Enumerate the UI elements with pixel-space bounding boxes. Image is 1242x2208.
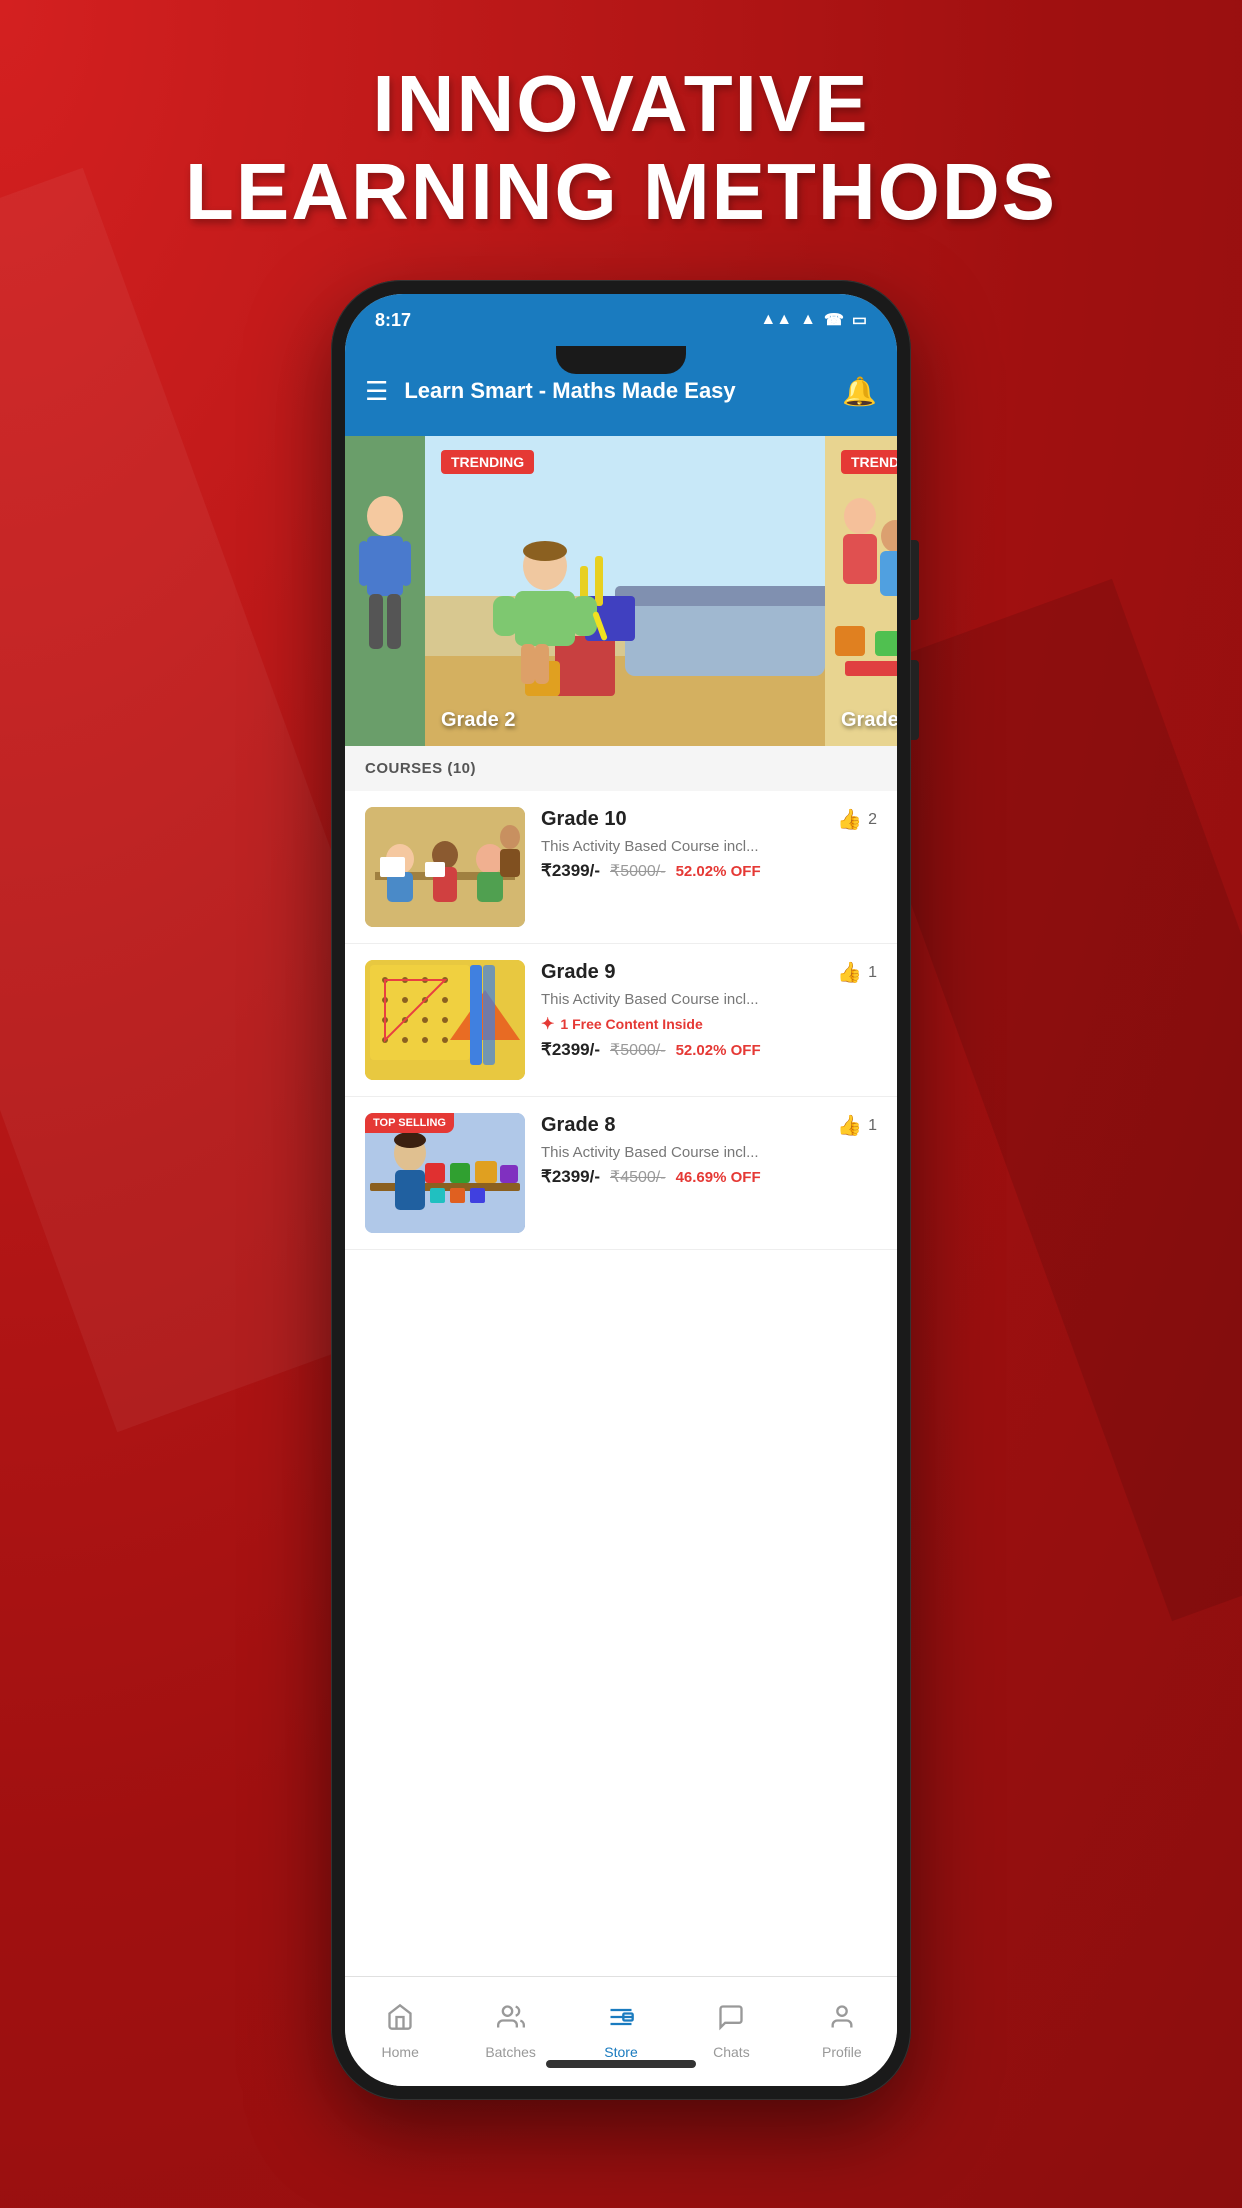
- course-pricing-grade8: ₹2399/- ₹4500/- 46.69% OFF: [541, 1167, 877, 1187]
- free-content-icon: ✦: [541, 1014, 554, 1034]
- banner-section: TRENDING Grade 2: [345, 436, 897, 746]
- price-current-grade8: ₹2399/-: [541, 1167, 600, 1187]
- trending-badge-main: TRENDING: [441, 450, 534, 474]
- hero-line1: INNOVATIVE: [60, 60, 1182, 148]
- course-thumb-bg-1: [365, 807, 525, 927]
- menu-icon[interactable]: ☰: [365, 378, 388, 404]
- likes-icon-grade9: 👍: [837, 960, 862, 985]
- hero-text: INNOVATIVE LEARNING METHODS: [0, 60, 1242, 236]
- course-list: Grade 10 👍 2 This Activity Based Course …: [345, 791, 897, 1976]
- profile-icon: [828, 2003, 856, 2038]
- notification-bell-icon[interactable]: 🔔: [842, 375, 877, 408]
- price-original-grade10: ₹5000/-: [610, 861, 666, 881]
- nav-label-batches: Batches: [485, 2044, 536, 2060]
- course-likes-grade8: 👍 1: [837, 1113, 877, 1138]
- notch: [556, 346, 686, 374]
- course-title-row-grade10: Grade 10 👍 2: [541, 807, 877, 832]
- nav-label-profile: Profile: [822, 2044, 862, 2060]
- phone-outer: 8:17 ▲▲ ▲ ☎ ▭ ☰ Learn Smart - Maths Made…: [331, 280, 911, 2100]
- nav-label-home: Home: [382, 2044, 419, 2060]
- phone-inner: 8:17 ▲▲ ▲ ☎ ▭ ☰ Learn Smart - Maths Made…: [345, 294, 897, 2086]
- banner-item-main[interactable]: TRENDING Grade 2: [425, 436, 825, 746]
- course-likes-grade9: 👍 1: [837, 960, 877, 985]
- nav-label-store: Store: [604, 2044, 637, 2060]
- free-content-text: 1 Free Content Inside: [560, 1016, 702, 1032]
- status-icons: ▲▲ ▲ ☎ ▭: [760, 310, 867, 330]
- course-title-row-grade9: Grade 9 👍 1: [541, 960, 877, 985]
- nav-item-batches[interactable]: Batches: [455, 1977, 565, 2086]
- likes-count-grade8: 1: [868, 1117, 877, 1135]
- course-item-grade9[interactable]: Grade 9 👍 1 This Activity Based Course i…: [345, 944, 897, 1097]
- phone-wrapper: 8:17 ▲▲ ▲ ☎ ▭ ☰ Learn Smart - Maths Made…: [331, 280, 911, 2100]
- course-likes-grade10: 👍 2: [837, 807, 877, 832]
- likes-count-grade9: 1: [868, 964, 877, 982]
- app-title: Learn Smart - Maths Made Easy: [404, 377, 826, 406]
- course-info-grade9: Grade 9 👍 1 This Activity Based Course i…: [541, 960, 877, 1060]
- store-icon: [607, 2003, 635, 2038]
- course-title-grade9: Grade 9: [541, 961, 615, 984]
- course-item-grade8[interactable]: TOP SELLING Grade 8 👍 1 This Activity Ba…: [345, 1097, 897, 1250]
- nav-item-store[interactable]: Store: [566, 1977, 676, 2086]
- course-thumb-grade8: TOP SELLING: [365, 1113, 525, 1233]
- bottom-nav: Home Batches: [345, 1976, 897, 2086]
- free-content-badge: ✦ 1 Free Content Inside: [541, 1014, 877, 1034]
- chats-icon: [717, 2003, 745, 2038]
- price-discount-grade8: 46.69% OFF: [676, 1169, 761, 1186]
- price-discount-grade9: 52.02% OFF: [676, 1042, 761, 1059]
- trending-badge-right: TRENDING: [841, 450, 897, 474]
- course-desc-grade8: This Activity Based Course incl...: [541, 1144, 877, 1161]
- banner-grade-main: Grade 2: [441, 709, 515, 732]
- nav-item-home[interactable]: Home: [345, 1977, 455, 2086]
- nav-label-chats: Chats: [713, 2044, 750, 2060]
- price-original-grade9: ₹5000/-: [610, 1040, 666, 1060]
- courses-header: COURSES (10): [345, 746, 897, 791]
- course-thumb-grade10: [365, 807, 525, 927]
- status-time: 8:17: [375, 310, 411, 331]
- phone-icon: ☎: [824, 310, 844, 330]
- likes-icon-grade8: 👍: [837, 1113, 862, 1138]
- likes-count-grade10: 2: [868, 811, 877, 829]
- banner-item-left: [345, 436, 425, 746]
- signal-icon: ▲▲: [760, 311, 792, 329]
- price-discount-grade10: 52.02% OFF: [676, 863, 761, 880]
- battery-icon: ▭: [852, 310, 867, 330]
- status-bar: 8:17 ▲▲ ▲ ☎ ▭: [345, 294, 897, 346]
- course-title-row-grade8: Grade 8 👍 1: [541, 1113, 877, 1138]
- hero-line2: LEARNING METHODS: [60, 148, 1182, 236]
- nav-item-chats[interactable]: Chats: [676, 1977, 786, 2086]
- batches-icon: [497, 2003, 525, 2038]
- banner-item-right: TRENDING Grade: [825, 436, 897, 746]
- nav-item-profile[interactable]: Profile: [787, 1977, 897, 2086]
- course-pricing-grade10: ₹2399/- ₹5000/- 52.02% OFF: [541, 861, 877, 881]
- price-current-grade9: ₹2399/-: [541, 1040, 600, 1060]
- banner-bg-right: [825, 436, 897, 746]
- course-thumb-grade9: [365, 960, 525, 1080]
- banner-grade-right: Grade: [841, 709, 897, 732]
- top-selling-badge: TOP SELLING: [365, 1113, 454, 1133]
- course-item-grade10[interactable]: Grade 10 👍 2 This Activity Based Course …: [345, 791, 897, 944]
- course-title-grade8: Grade 8: [541, 1114, 615, 1137]
- home-button-indicator: [546, 2060, 696, 2068]
- course-pricing-grade9: ₹2399/- ₹5000/- 52.02% OFF: [541, 1040, 877, 1060]
- wifi-icon: ▲: [800, 311, 816, 329]
- app-content: TRENDING Grade 2: [345, 436, 897, 1976]
- course-desc-grade9: This Activity Based Course incl...: [541, 991, 877, 1008]
- banner-bg-left: [345, 436, 425, 746]
- likes-icon-grade10: 👍: [837, 807, 862, 832]
- course-info-grade8: Grade 8 👍 1 This Activity Based Course i…: [541, 1113, 877, 1187]
- banner-main-bg: [425, 436, 825, 746]
- home-icon: [386, 2003, 414, 2038]
- course-info-grade10: Grade 10 👍 2 This Activity Based Course …: [541, 807, 877, 881]
- course-title-grade10: Grade 10: [541, 808, 627, 831]
- price-current-grade10: ₹2399/-: [541, 861, 600, 881]
- price-original-grade8: ₹4500/-: [610, 1167, 666, 1187]
- course-thumb-bg-2: [365, 960, 525, 1080]
- course-desc-grade10: This Activity Based Course incl...: [541, 838, 877, 855]
